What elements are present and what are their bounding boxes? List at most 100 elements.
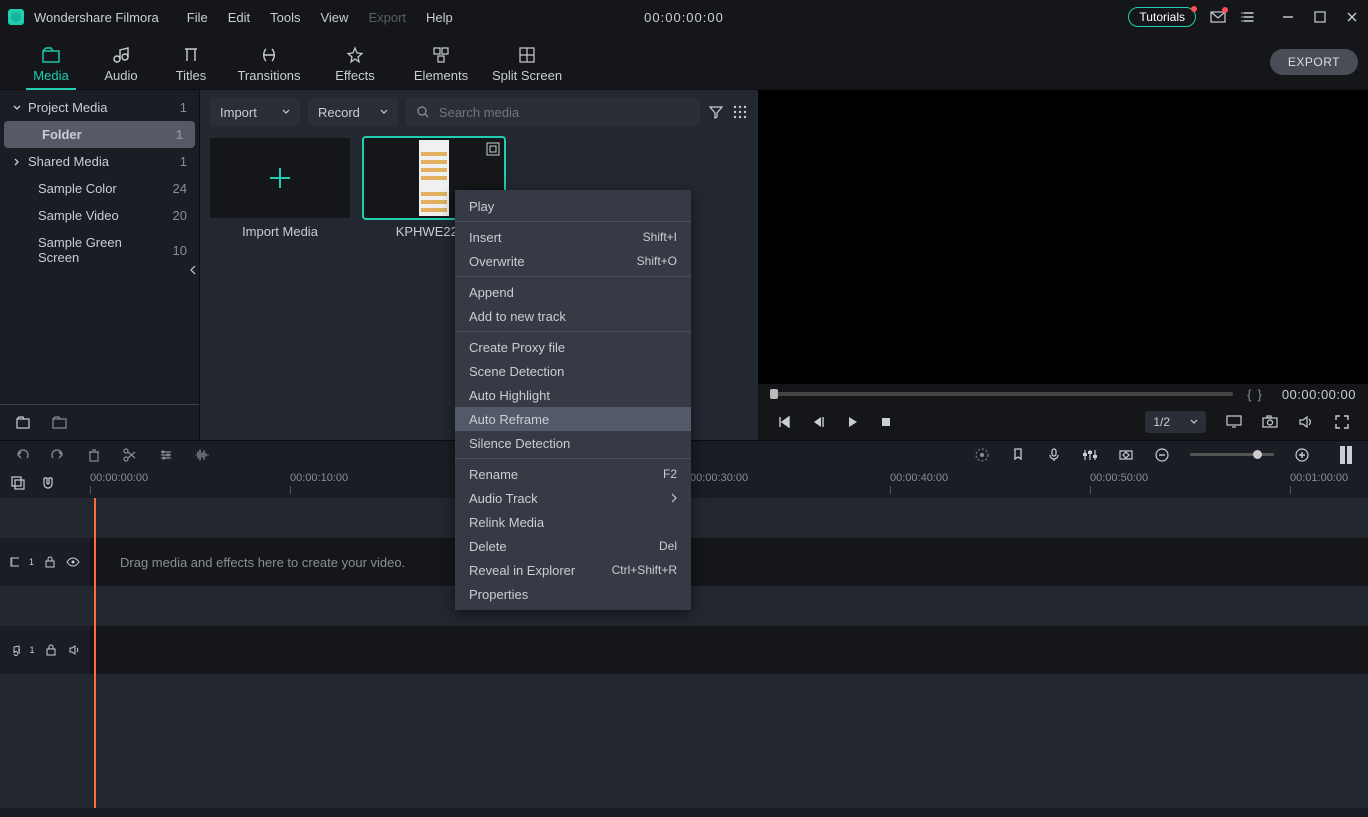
tab-effects[interactable]: Effects bbox=[312, 46, 398, 89]
settings-icon[interactable] bbox=[158, 447, 174, 463]
menu-item-create-proxy-file[interactable]: Create Proxy file bbox=[455, 335, 691, 359]
zoom-in-icon[interactable] bbox=[1294, 447, 1310, 463]
menu-item-silence-detection[interactable]: Silence Detection bbox=[455, 431, 691, 455]
preview-quality-dropdown[interactable]: 1/2 bbox=[1145, 411, 1206, 433]
display-icon[interactable] bbox=[1226, 414, 1242, 430]
fullscreen-icon[interactable] bbox=[1334, 414, 1350, 430]
ruler[interactable]: 00:00:00:0000:00:10:0000:00:30:0000:00:4… bbox=[90, 468, 1368, 498]
mixer-icon[interactable] bbox=[1082, 447, 1098, 463]
export-button[interactable]: EXPORT bbox=[1270, 49, 1358, 75]
import-dropdown[interactable]: Import bbox=[210, 98, 300, 126]
play-icon[interactable] bbox=[844, 414, 860, 430]
sidebar-item-project-media[interactable]: Project Media1 bbox=[0, 94, 199, 121]
menu-view[interactable]: View bbox=[312, 6, 356, 29]
sidebar-item-folder[interactable]: Folder1 bbox=[4, 121, 195, 148]
menu-item-properties[interactable]: Properties bbox=[455, 582, 691, 606]
sidebar-item-shared-media[interactable]: Shared Media1 bbox=[0, 148, 199, 175]
lock-icon[interactable] bbox=[45, 642, 58, 658]
tutorials-button[interactable]: Tutorials bbox=[1128, 7, 1196, 27]
delete-icon[interactable] bbox=[86, 447, 102, 463]
preview-screen[interactable] bbox=[758, 90, 1368, 384]
tab-elements[interactable]: Elements bbox=[398, 46, 484, 89]
snapshot-icon[interactable] bbox=[1262, 414, 1278, 430]
menu-shortcut: Shift+O bbox=[637, 254, 677, 268]
speaker-icon[interactable] bbox=[67, 642, 80, 658]
menu-item-delete[interactable]: DeleteDel bbox=[455, 534, 691, 558]
menu-file[interactable]: File bbox=[179, 6, 216, 29]
grid-icon[interactable] bbox=[732, 104, 748, 120]
menu-item-play[interactable]: Play bbox=[455, 194, 691, 218]
lock-icon[interactable] bbox=[44, 554, 56, 570]
clip-type-icon bbox=[486, 142, 500, 156]
sidebar-item-sample-color[interactable]: Sample Color24 bbox=[0, 175, 199, 202]
list-icon[interactable] bbox=[1240, 9, 1256, 25]
context-menu[interactable]: PlayInsertShift+IOverwriteShift+OAppendA… bbox=[455, 190, 691, 610]
toggle-panel-icon[interactable] bbox=[1338, 447, 1354, 463]
filter-icon[interactable] bbox=[708, 104, 724, 120]
menu-item-rename[interactable]: RenameF2 bbox=[455, 462, 691, 486]
menu-edit[interactable]: Edit bbox=[220, 6, 258, 29]
menu-item-append[interactable]: Append bbox=[455, 280, 691, 304]
sidebar-collapse-button[interactable] bbox=[188, 260, 198, 280]
search-box[interactable] bbox=[406, 98, 700, 126]
track-add-icon[interactable] bbox=[10, 475, 26, 491]
sidebar-item-sample-green-screen[interactable]: Sample Green Screen10 bbox=[0, 229, 199, 271]
step-back-icon[interactable] bbox=[776, 414, 792, 430]
menu-item-overwrite[interactable]: OverwriteShift+O bbox=[455, 249, 691, 273]
menu-separator bbox=[455, 276, 691, 277]
tab-transitions[interactable]: Transitions bbox=[226, 46, 312, 89]
menu-item-insert[interactable]: InsertShift+I bbox=[455, 225, 691, 249]
menu-item-auto-reframe[interactable]: Auto Reframe bbox=[455, 407, 691, 431]
scrubber-playhead[interactable] bbox=[770, 389, 778, 399]
ruler-tick: 00:00:00:00 bbox=[90, 472, 148, 484]
new-folder-icon[interactable] bbox=[16, 415, 32, 431]
sidebar-item-label: Shared Media bbox=[28, 154, 109, 169]
zoom-out-icon[interactable] bbox=[1154, 447, 1170, 463]
menu-help[interactable]: Help bbox=[418, 6, 461, 29]
render-icon[interactable] bbox=[974, 447, 990, 463]
split-icon[interactable] bbox=[122, 447, 138, 463]
menu-tools[interactable]: Tools bbox=[262, 6, 308, 29]
search-input[interactable] bbox=[437, 104, 690, 121]
magnet-icon[interactable] bbox=[40, 475, 56, 491]
tab-titles[interactable]: Titles bbox=[156, 46, 226, 89]
menu-item-auto-highlight[interactable]: Auto Highlight bbox=[455, 383, 691, 407]
in-out-markers[interactable]: {} bbox=[1247, 387, 1262, 402]
video-track-lane[interactable]: Drag media and effects here to create yo… bbox=[90, 538, 1368, 586]
minimize-button[interactable] bbox=[1280, 9, 1296, 25]
tab-split-screen[interactable]: Split Screen bbox=[484, 46, 570, 89]
stop-icon[interactable] bbox=[878, 414, 894, 430]
undo-icon[interactable] bbox=[14, 447, 30, 463]
menu-item-scene-detection[interactable]: Scene Detection bbox=[455, 359, 691, 383]
menu-item-add-to-new-track[interactable]: Add to new track bbox=[455, 304, 691, 328]
audio-track-lane[interactable] bbox=[90, 626, 1368, 674]
preview-scrubber[interactable]: {} 00:00:00:00 bbox=[758, 384, 1368, 404]
marker-icon[interactable] bbox=[1010, 447, 1026, 463]
scrubber-track[interactable] bbox=[770, 392, 1233, 396]
eye-icon[interactable] bbox=[66, 554, 80, 570]
transitions-icon bbox=[260, 46, 278, 64]
record-dropdown[interactable]: Record bbox=[308, 98, 398, 126]
mic-icon[interactable] bbox=[1046, 447, 1062, 463]
audio-wave-icon[interactable] bbox=[194, 447, 210, 463]
prev-frame-icon[interactable] bbox=[810, 414, 826, 430]
zoom-slider[interactable] bbox=[1190, 453, 1274, 456]
menu-item-reveal-in-explorer[interactable]: Reveal in ExplorerCtrl+Shift+R bbox=[455, 558, 691, 582]
sidebar-item-sample-video[interactable]: Sample Video20 bbox=[0, 202, 199, 229]
keyframe-icon[interactable] bbox=[1118, 447, 1134, 463]
mail-icon[interactable] bbox=[1210, 9, 1226, 25]
import-media-tile[interactable]: Import Media bbox=[210, 138, 350, 239]
volume-icon[interactable] bbox=[1298, 414, 1314, 430]
menu-item-relink-media[interactable]: Relink Media bbox=[455, 510, 691, 534]
tab-media[interactable]: Media bbox=[16, 46, 86, 89]
audio-track-1[interactable]: 1 bbox=[0, 626, 1368, 674]
notification-dot-icon bbox=[1191, 6, 1197, 12]
folder-icon[interactable] bbox=[52, 415, 68, 431]
close-button[interactable] bbox=[1344, 9, 1360, 25]
redo-icon[interactable] bbox=[50, 447, 66, 463]
tab-audio[interactable]: Audio bbox=[86, 46, 156, 89]
menu-item-audio-track[interactable]: Audio Track bbox=[455, 486, 691, 510]
split-screen-icon bbox=[518, 46, 536, 64]
zoom-slider-knob[interactable] bbox=[1253, 450, 1262, 459]
maximize-button[interactable] bbox=[1312, 9, 1328, 25]
